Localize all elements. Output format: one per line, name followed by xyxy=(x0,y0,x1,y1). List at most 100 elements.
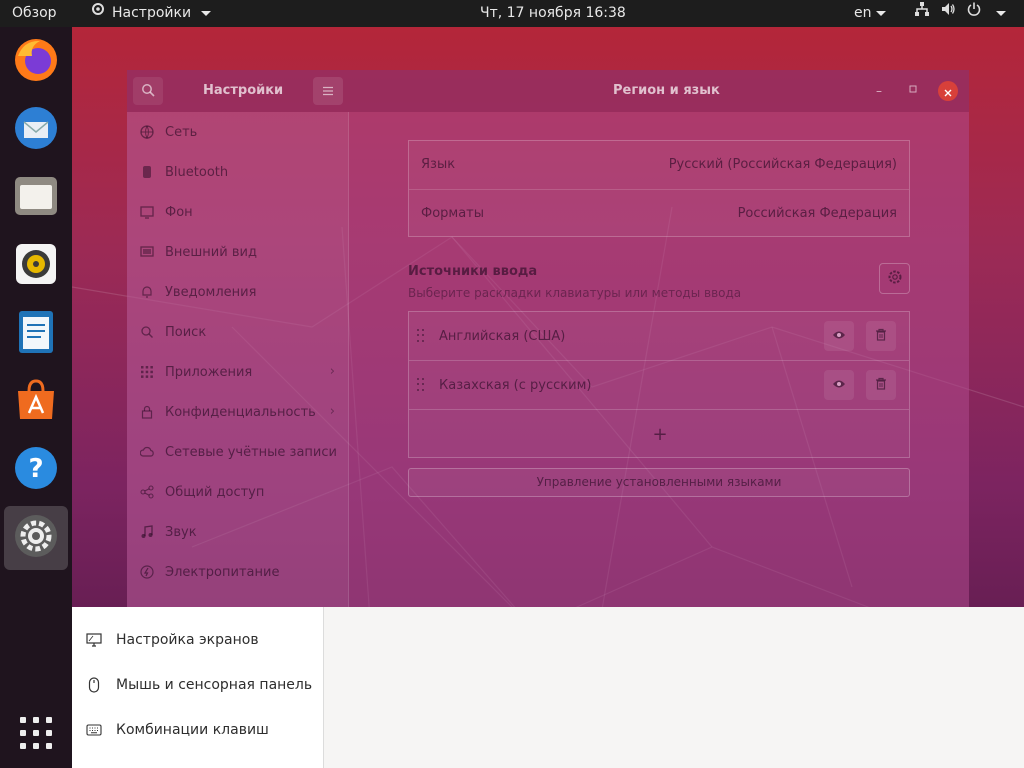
input-sources-list: Английская (США) Казахская (с русским) + xyxy=(408,311,910,458)
drag-handle-icon[interactable] xyxy=(417,378,425,392)
search-icon xyxy=(141,82,155,101)
share-icon xyxy=(139,484,155,500)
sidebar-item-network[interactable]: Сеть xyxy=(127,112,349,152)
chevron-down-icon xyxy=(201,11,212,16)
dock-firefox[interactable] xyxy=(4,30,68,94)
region-language-panel: Язык Русский (Российская Федерация) Форм… xyxy=(349,112,969,607)
settings-window: Настройки Регион и язык – Сеть Bluetooth xyxy=(127,70,969,607)
system-tray[interactable] xyxy=(914,0,1006,27)
bell-icon xyxy=(139,284,155,300)
search-button[interactable] xyxy=(133,77,163,105)
volume-icon xyxy=(940,0,956,27)
sidebar-item-search[interactable]: Поиск xyxy=(127,312,349,352)
settings-popup-list: Настройка экранов Мышь и сенсорная панел… xyxy=(72,607,324,768)
sidebar-item-label: Приложения xyxy=(165,364,253,380)
input-source-name: Английская (США) xyxy=(439,329,566,344)
popup-item-mouse[interactable]: Мышь и сенсорная панель xyxy=(72,662,324,707)
network-icon xyxy=(139,124,155,140)
close-button[interactable] xyxy=(938,81,958,101)
panel-title: Регион и язык xyxy=(613,83,720,98)
language-row[interactable]: Язык Русский (Российская Федерация) xyxy=(409,141,909,189)
trash-icon xyxy=(875,377,887,394)
rhythmbox-icon xyxy=(13,241,59,291)
dock-software[interactable] xyxy=(4,370,68,434)
input-source-row[interactable]: Казахская (с русским) xyxy=(409,361,909,410)
sidebar-item-label: Общий доступ xyxy=(165,484,265,500)
sidebar-item-label: Внешний вид xyxy=(165,244,257,260)
app-menu-label: Настройки xyxy=(112,5,192,21)
drag-handle-icon[interactable] xyxy=(417,329,425,343)
trash-icon xyxy=(875,328,887,345)
sidebar-item-sharing[interactable]: Общий доступ xyxy=(127,472,349,512)
sidebar-item-sound[interactable]: Звук xyxy=(127,512,349,552)
close-icon xyxy=(944,82,952,101)
dock-rhythmbox[interactable] xyxy=(4,234,68,298)
power-icon xyxy=(966,0,982,27)
svg-text:?: ? xyxy=(28,454,43,484)
show-applications-button[interactable] xyxy=(20,717,52,749)
display-icon xyxy=(86,632,102,648)
search-icon xyxy=(139,324,155,340)
eye-icon xyxy=(832,329,846,344)
formats-row[interactable]: Форматы Российская Федерация xyxy=(409,189,909,237)
popup-item-keyboard[interactable]: Комбинации клавиш xyxy=(72,707,324,752)
bluetooth-icon xyxy=(139,164,155,180)
input-source-name: Казахская (с русским) xyxy=(439,378,592,393)
minimize-button[interactable]: – xyxy=(869,81,889,101)
sidebar-item-notifications[interactable]: Уведомления xyxy=(127,272,349,312)
writer-icon xyxy=(13,309,59,359)
lock-icon xyxy=(139,404,155,420)
input-source-row[interactable]: Английская (США) xyxy=(409,312,909,361)
language-formats-list: Язык Русский (Российская Федерация) Форм… xyxy=(408,140,910,237)
dock-writer[interactable] xyxy=(4,302,68,366)
sidebar-item-bluetooth[interactable]: Bluetooth xyxy=(127,152,349,192)
dock-help[interactable]: ? xyxy=(4,438,68,502)
dock-thunderbird[interactable] xyxy=(4,98,68,162)
sidebar-item-online-accounts[interactable]: Сетевые учётные записи xyxy=(127,432,349,472)
gear-icon xyxy=(887,269,903,289)
remove-button[interactable] xyxy=(866,321,896,351)
sidebar-item-label: Конфиденциальность xyxy=(165,404,316,420)
language-indicator[interactable]: en xyxy=(854,0,886,27)
maximize-button[interactable] xyxy=(903,81,923,101)
popup-item-displays[interactable]: Настройка экранов xyxy=(72,617,324,662)
thunderbird-icon xyxy=(12,104,60,156)
input-sources-title: Источники ввода xyxy=(408,264,538,279)
sidebar-item-background[interactable]: Фон xyxy=(127,192,349,232)
dock-settings[interactable] xyxy=(4,506,68,570)
input-sources-options-button[interactable] xyxy=(879,263,910,294)
input-sources-subtitle: Выберите раскладки клавиатуры или методы… xyxy=(408,286,742,300)
sidebar-item-privacy[interactable]: Конфиденциальность › xyxy=(127,392,349,432)
chevron-down-icon xyxy=(875,10,886,16)
software-icon xyxy=(13,377,59,427)
settings-sidebar: Сеть Bluetooth Фон Внешний вид Уведомлен… xyxy=(127,112,349,607)
sidebar-item-label: Электропитание xyxy=(165,564,280,580)
sidebar-item-label: Фон xyxy=(165,204,193,220)
formats-value: Российская Федерация xyxy=(737,206,897,221)
settings-icon xyxy=(13,513,59,563)
preview-button[interactable] xyxy=(824,321,854,351)
remove-button[interactable] xyxy=(866,370,896,400)
add-input-source-button[interactable]: + xyxy=(645,420,675,450)
language-label: en xyxy=(854,5,872,21)
popup-backdrop xyxy=(324,607,1024,768)
clock[interactable]: Чт, 17 ноября 16:38 xyxy=(480,0,626,27)
menu-button[interactable] xyxy=(313,77,343,105)
cloud-icon xyxy=(139,444,155,460)
popup-item-label: Настройка экранов xyxy=(116,631,259,648)
popup-item-label: Мышь и сенсорная панель xyxy=(116,676,313,693)
sidebar-item-applications[interactable]: Приложения › xyxy=(127,352,349,392)
sidebar-item-appearance[interactable]: Внешний вид xyxy=(127,232,349,272)
sidebar-item-power[interactable]: Электропитание xyxy=(127,552,349,592)
app-menu[interactable]: Настройки xyxy=(90,0,212,27)
network-icon xyxy=(914,0,930,27)
firefox-icon xyxy=(12,36,60,88)
sidebar-item-label: Bluetooth xyxy=(165,164,229,180)
activities-button[interactable]: Обзор xyxy=(12,0,57,27)
header-bar: Настройки Регион и язык – xyxy=(127,70,969,112)
chevron-right-icon: › xyxy=(329,404,335,419)
preview-button[interactable] xyxy=(824,370,854,400)
manage-languages-button[interactable]: Управление установленными языками xyxy=(408,468,910,497)
dock-files[interactable] xyxy=(4,166,68,230)
files-icon xyxy=(13,173,59,223)
